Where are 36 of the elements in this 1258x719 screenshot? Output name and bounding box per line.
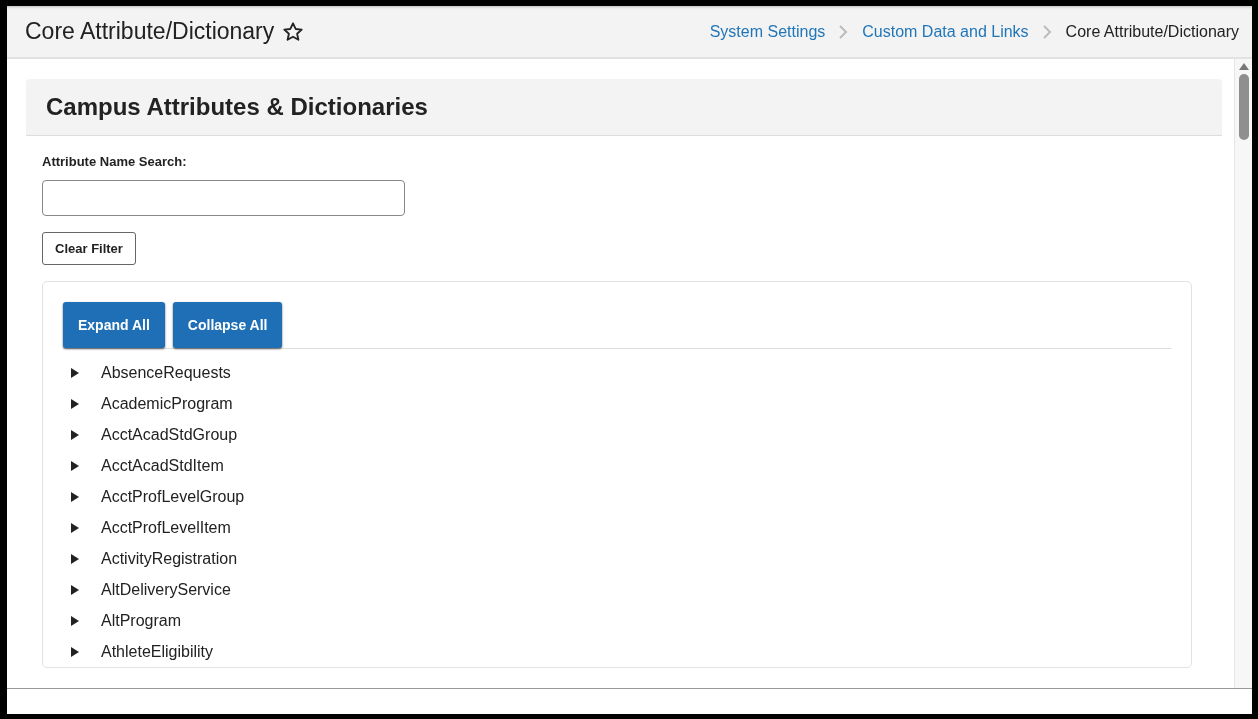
scrollbar[interactable] [1234,59,1252,688]
search-field[interactable] [42,179,405,216]
breadcrumb-current: Core Attribute/Dictionary [1065,21,1239,42]
tree-item[interactable]: AltDeliveryService [101,577,231,602]
page-title: Core Attribute/Dictionary [25,17,275,47]
chevron-icon [1042,24,1052,39]
expand-icon[interactable] [71,615,79,626]
tree-item[interactable]: AbsenceRequests [101,360,231,385]
expand-icon[interactable] [71,491,79,502]
tree-item[interactable]: AltProgram [101,608,182,633]
tree-item[interactable]: ActivityRegistration [101,546,238,571]
clear-filter-button[interactable]: Clear Filter [42,231,136,265]
expand-icon[interactable] [71,398,79,409]
field-label: Attribute Name Search: [42,153,188,171]
tree-item[interactable]: AcctAcadStdItem [101,453,224,478]
expand-icon[interactable] [71,584,79,595]
expand-icon[interactable] [71,460,79,471]
expand-icon[interactable] [71,646,79,657]
scroll-up-icon[interactable] [1238,63,1249,70]
expand-icon[interactable] [71,367,79,378]
expand-icon[interactable] [71,522,79,533]
collapse-all-button[interactable]: Collapse All [172,302,283,348]
scrollbar-thumb[interactable] [1238,74,1249,140]
tree-item[interactable]: AthleteEligibility [101,639,214,664]
expand-icon[interactable] [71,429,79,440]
breadcrumb-link[interactable]: Custom Data and Links [862,19,1029,44]
chevron-icon [839,24,849,39]
star-icon[interactable] [282,20,305,43]
tree-item[interactable]: AcctProfLevelItem [101,515,231,540]
breadcrumb-link[interactable]: System Settings [709,19,826,44]
expand-all-button[interactable]: Expand All [63,302,165,348]
expand-icon[interactable] [71,553,79,564]
tree-item[interactable]: AcctAcadStdGroup [101,422,238,447]
tree-item[interactable]: AcademicProgram [101,391,233,416]
tree-item[interactable]: AcctProfLevelGroup [101,484,245,509]
panel-title: Campus Attributes & Dictionaries [26,79,1222,136]
